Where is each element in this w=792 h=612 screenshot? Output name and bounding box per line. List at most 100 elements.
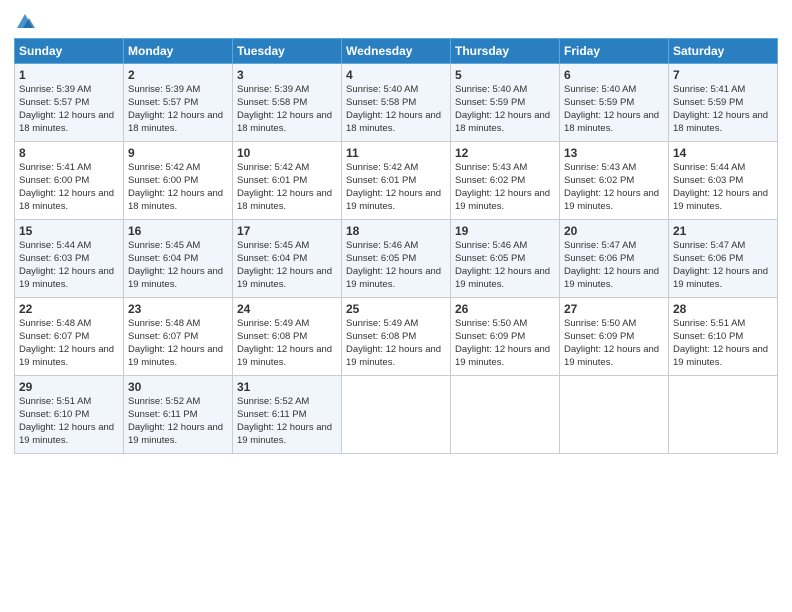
- calendar-cell: 29Sunrise: 5:51 AMSunset: 6:10 PMDayligh…: [15, 376, 124, 454]
- day-number: 7: [673, 67, 773, 83]
- sunset-label: Sunset: 5:58 PM: [346, 97, 416, 108]
- calendar-cell: [451, 376, 560, 454]
- daylight-label: Daylight: 12 hours and 19 minutes.: [346, 344, 441, 368]
- sunrise-label: Sunrise: 5:52 AM: [237, 396, 309, 407]
- daylight-label: Daylight: 12 hours and 19 minutes.: [564, 344, 659, 368]
- sunrise-label: Sunrise: 5:52 AM: [128, 396, 200, 407]
- main-container: SundayMondayTuesdayWednesdayThursdayFrid…: [0, 0, 792, 464]
- daylight-label: Daylight: 12 hours and 18 minutes.: [237, 110, 332, 134]
- day-number: 27: [564, 301, 664, 317]
- daylight-label: Daylight: 12 hours and 19 minutes.: [673, 188, 768, 212]
- calendar-cell: 7Sunrise: 5:41 AMSunset: 5:59 PMDaylight…: [669, 64, 778, 142]
- daylight-label: Daylight: 12 hours and 19 minutes.: [128, 422, 223, 446]
- calendar-cell: 17Sunrise: 5:45 AMSunset: 6:04 PMDayligh…: [233, 220, 342, 298]
- day-number: 26: [455, 301, 555, 317]
- daylight-label: Daylight: 12 hours and 19 minutes.: [673, 266, 768, 290]
- daylight-label: Daylight: 12 hours and 19 minutes.: [455, 266, 550, 290]
- daylight-label: Daylight: 12 hours and 18 minutes.: [346, 110, 441, 134]
- sunset-label: Sunset: 6:03 PM: [673, 175, 743, 186]
- sunset-label: Sunset: 6:03 PM: [19, 253, 89, 264]
- sunset-label: Sunset: 5:57 PM: [128, 97, 198, 108]
- sunset-label: Sunset: 5:57 PM: [19, 97, 89, 108]
- day-number: 3: [237, 67, 337, 83]
- daylight-label: Daylight: 12 hours and 19 minutes.: [455, 344, 550, 368]
- calendar-header-row: SundayMondayTuesdayWednesdayThursdayFrid…: [15, 39, 778, 64]
- day-number: 14: [673, 145, 773, 161]
- calendar-cell: 28Sunrise: 5:51 AMSunset: 6:10 PMDayligh…: [669, 298, 778, 376]
- calendar-week-3: 15Sunrise: 5:44 AM Sunset: 6:03 PM Dayligh…: [15, 220, 778, 298]
- sunrise-label: Sunrise: 5:43 AM: [564, 162, 636, 173]
- sunrise-label: Sunrise: 5:50 AM: [455, 318, 527, 329]
- calendar-cell: 15Sunrise: 5:44 AM Sunset: 6:03 PM Dayligh…: [15, 220, 124, 298]
- sunrise-label: Sunrise: 5:39 AM: [19, 84, 91, 95]
- day-number: 30: [128, 379, 228, 395]
- sunrise-label: Sunrise: 5:44 AM: [19, 240, 91, 251]
- sunset-label: Sunset: 6:07 PM: [128, 331, 198, 342]
- day-header-wednesday: Wednesday: [342, 39, 451, 64]
- calendar-week-5: 29Sunrise: 5:51 AMSunset: 6:10 PMDayligh…: [15, 376, 778, 454]
- sunset-label: Sunset: 6:09 PM: [564, 331, 634, 342]
- calendar-cell: 2Sunrise: 5:39 AMSunset: 5:57 PMDaylight…: [124, 64, 233, 142]
- calendar-cell: [669, 376, 778, 454]
- day-number: 21: [673, 223, 773, 239]
- sunset-label: Sunset: 5:59 PM: [673, 97, 743, 108]
- calendar-cell: 24Sunrise: 5:49 AMSunset: 6:08 PMDayligh…: [233, 298, 342, 376]
- day-number: 24: [237, 301, 337, 317]
- daylight-label: Daylight: 12 hours and 18 minutes.: [128, 188, 223, 212]
- sunset-label: Sunset: 6:00 PM: [128, 175, 198, 186]
- day-header-tuesday: Tuesday: [233, 39, 342, 64]
- sunset-label: Sunset: 6:11 PM: [237, 409, 307, 420]
- day-number: 5: [455, 67, 555, 83]
- daylight-label: Daylight: 12 hours and 19 minutes.: [564, 266, 659, 290]
- sunrise-label: Sunrise: 5:41 AM: [673, 84, 745, 95]
- day-number: 16: [128, 223, 228, 239]
- sunrise-label: Sunrise: 5:45 AM: [128, 240, 200, 251]
- day-number: 31: [237, 379, 337, 395]
- day-number: 19: [455, 223, 555, 239]
- sunset-label: Sunset: 5:59 PM: [455, 97, 525, 108]
- sunrise-label: Sunrise: 5:48 AM: [128, 318, 200, 329]
- header: [14, 10, 778, 30]
- calendar-cell: 26Sunrise: 5:50 AM Sunset: 6:09 PM Dayligh…: [451, 298, 560, 376]
- sunset-label: Sunset: 6:01 PM: [346, 175, 416, 186]
- calendar-cell: 30Sunrise: 5:52 AM Sunset: 6:11 PM Dayligh…: [124, 376, 233, 454]
- daylight-label: Daylight: 12 hours and 18 minutes.: [19, 110, 114, 134]
- day-header-friday: Friday: [560, 39, 669, 64]
- day-number: 28: [673, 301, 773, 317]
- sunset-label: Sunset: 6:06 PM: [564, 253, 634, 264]
- sunrise-label: Sunrise: 5:46 AM: [455, 240, 527, 251]
- sunset-label: Sunset: 6:05 PM: [455, 253, 525, 264]
- sunset-label: Sunset: 6:00 PM: [19, 175, 89, 186]
- daylight-label: Daylight: 12 hours and 18 minutes.: [19, 188, 114, 212]
- sunset-label: Sunset: 6:05 PM: [346, 253, 416, 264]
- sunset-label: Sunset: 6:04 PM: [128, 253, 198, 264]
- calendar-cell: 31Sunrise: 5:52 AMSunset: 6:11 PMDayligh…: [233, 376, 342, 454]
- day-number: 8: [19, 145, 119, 161]
- daylight-label: Daylight: 12 hours and 19 minutes.: [128, 344, 223, 368]
- sunset-label: Sunset: 6:10 PM: [19, 409, 89, 420]
- sunset-label: Sunset: 6:11 PM: [128, 409, 198, 420]
- calendar-cell: 3Sunrise: 5:39 AMSunset: 5:58 PMDaylight…: [233, 64, 342, 142]
- sunrise-label: Sunrise: 5:51 AM: [19, 396, 91, 407]
- sunrise-label: Sunrise: 5:50 AM: [564, 318, 636, 329]
- sunset-label: Sunset: 6:08 PM: [237, 331, 307, 342]
- calendar-table: SundayMondayTuesdayWednesdayThursdayFrid…: [14, 38, 778, 454]
- sunrise-label: Sunrise: 5:44 AM: [673, 162, 745, 173]
- daylight-label: Daylight: 12 hours and 19 minutes.: [19, 266, 114, 290]
- sunrise-label: Sunrise: 5:41 AM: [19, 162, 91, 173]
- sunrise-label: Sunrise: 5:46 AM: [346, 240, 418, 251]
- day-header-monday: Monday: [124, 39, 233, 64]
- daylight-label: Daylight: 12 hours and 19 minutes.: [673, 344, 768, 368]
- logo-icon: [15, 10, 35, 30]
- sunrise-label: Sunrise: 5:42 AM: [237, 162, 309, 173]
- sunset-label: Sunset: 6:09 PM: [455, 331, 525, 342]
- day-number: 2: [128, 67, 228, 83]
- sunset-label: Sunset: 5:59 PM: [564, 97, 634, 108]
- calendar-cell: [560, 376, 669, 454]
- calendar-cell: 23Sunrise: 5:48 AMSunset: 6:07 PMDayligh…: [124, 298, 233, 376]
- sunrise-label: Sunrise: 5:45 AM: [237, 240, 309, 251]
- sunrise-label: Sunrise: 5:39 AM: [237, 84, 309, 95]
- sunset-label: Sunset: 6:06 PM: [673, 253, 743, 264]
- sunset-label: Sunset: 6:02 PM: [564, 175, 634, 186]
- day-number: 15: [19, 223, 119, 239]
